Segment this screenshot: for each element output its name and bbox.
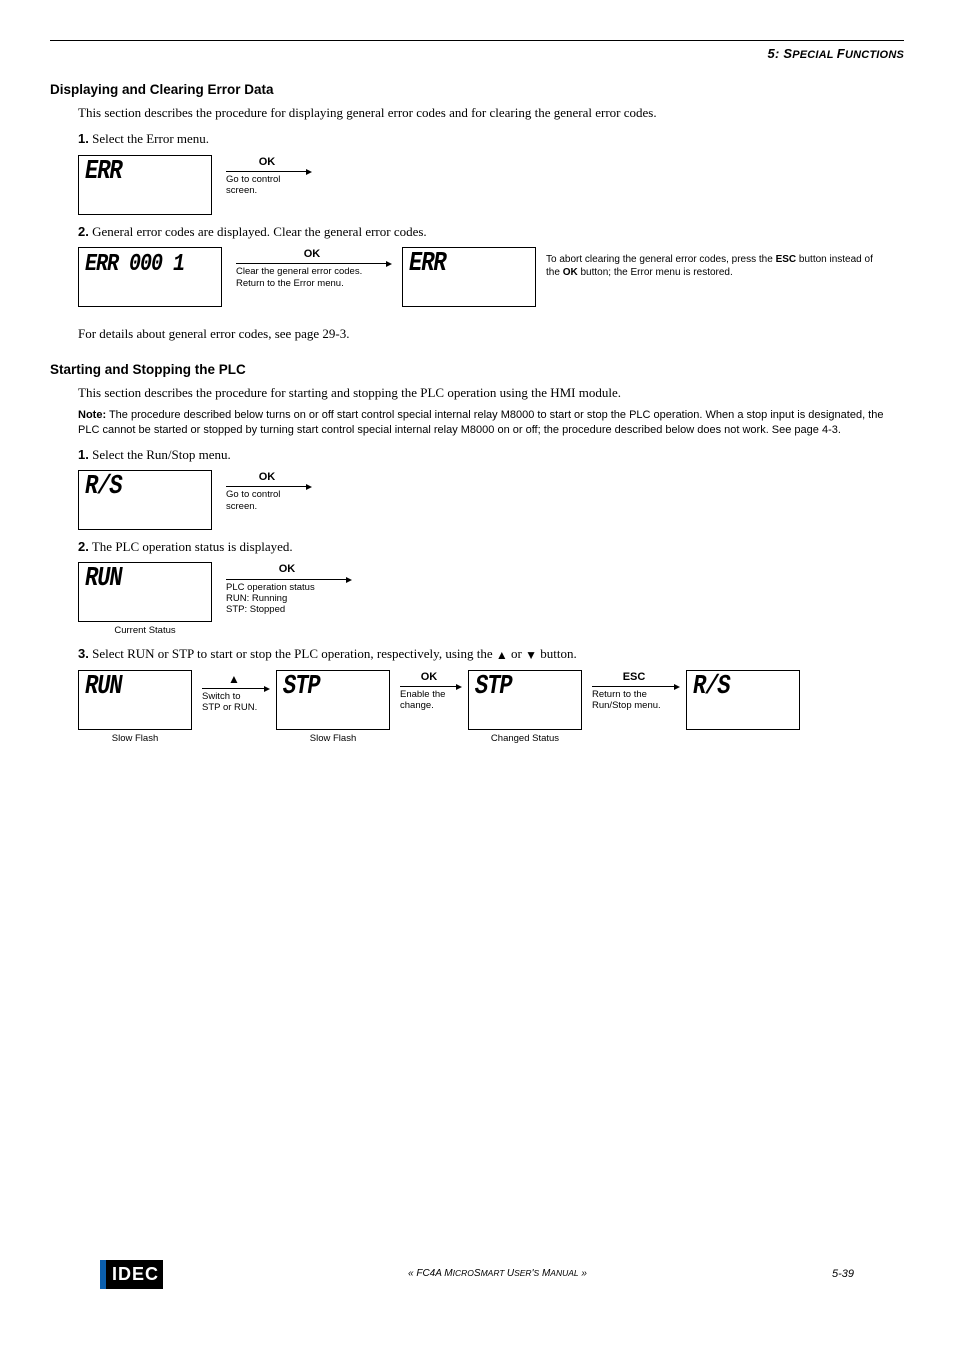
section-title-err: Displaying and Clearing Error Data bbox=[50, 81, 904, 100]
transition: OK Clear the general error codes.Return … bbox=[232, 247, 392, 289]
footer-title: « FC4A MICROSMART USER'S MANUAL » bbox=[408, 1267, 587, 1281]
logo: IDEC bbox=[100, 1260, 163, 1289]
transition: OK Enable thechange. bbox=[396, 670, 462, 712]
lcd-screen: ERR bbox=[78, 155, 212, 215]
ok-label: OK bbox=[226, 470, 308, 487]
lcd-screen: R/S bbox=[686, 670, 800, 730]
up-arrow-label: ▲ bbox=[202, 670, 266, 689]
transition: ▲ Switch toSTP or RUN. bbox=[198, 670, 270, 714]
caption: Slow Flash bbox=[310, 732, 356, 745]
transition: OK PLC operation statusRUN: RunningSTP: … bbox=[222, 562, 352, 616]
caption: Current Status bbox=[114, 624, 175, 637]
chapter-header: 5: SPECIAL FUNCTIONS bbox=[50, 45, 904, 63]
transition: OK Go to controlscreen. bbox=[222, 155, 312, 197]
esc-label: ESC bbox=[592, 670, 676, 687]
lcd-screen: RUN bbox=[78, 670, 192, 730]
lcd-screen: STP bbox=[276, 670, 390, 730]
ok-label: OK bbox=[236, 247, 388, 264]
note: Note: The procedure described below turn… bbox=[78, 408, 904, 438]
transition: OK Go to controlscreen. bbox=[222, 470, 312, 512]
ok-label: OK bbox=[226, 562, 348, 579]
caption: Slow Flash bbox=[112, 732, 158, 745]
step: 1. Select the Error menu. bbox=[78, 130, 904, 148]
step: 2. General error codes are displayed. Cl… bbox=[78, 223, 904, 241]
lcd-screen: R/S bbox=[78, 470, 212, 530]
step: 1. Select the Run/Stop menu. bbox=[78, 446, 904, 464]
step: 3. Select RUN or STP to start or stop th… bbox=[78, 645, 904, 663]
section-intro: This section describes the procedure for… bbox=[78, 104, 904, 122]
section-title-plc: Starting and Stopping the PLC bbox=[50, 361, 904, 380]
side-note: To abort clearing the general error code… bbox=[546, 247, 886, 280]
ok-label: OK bbox=[226, 155, 308, 172]
section-intro: This section describes the procedure for… bbox=[78, 384, 904, 402]
lcd-screen: ERR bbox=[402, 247, 536, 307]
caption: Changed Status bbox=[491, 732, 559, 745]
step: 2. The PLC operation status is displayed… bbox=[78, 538, 904, 556]
lcd-screen: RUN bbox=[78, 562, 212, 622]
page-number: 5-39 bbox=[832, 1267, 854, 1282]
lcd-screen: STP bbox=[468, 670, 582, 730]
lcd-screen: ERR 000 1 bbox=[78, 247, 222, 307]
transition: ESC Return to theRun/Stop menu. bbox=[588, 670, 680, 712]
section-outro: For details about general error codes, s… bbox=[78, 325, 904, 343]
ok-label: OK bbox=[400, 670, 458, 687]
page-footer: IDEC « FC4A MICROSMART USER'S MANUAL » 5… bbox=[100, 1260, 854, 1289]
